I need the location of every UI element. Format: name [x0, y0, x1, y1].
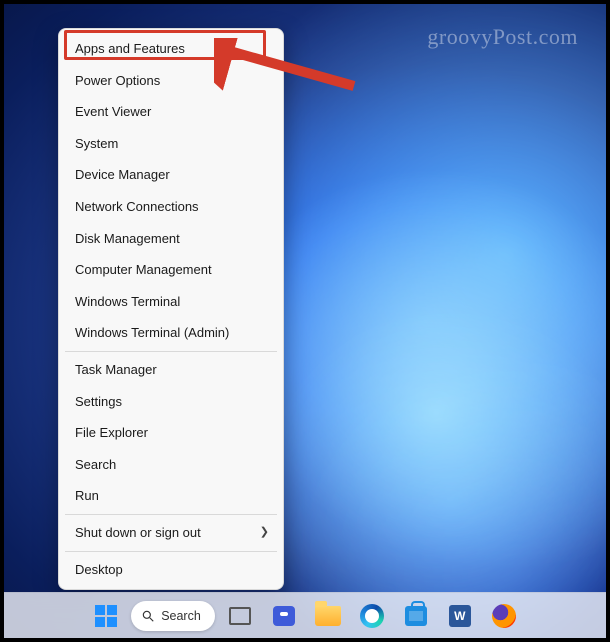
taskbar-edge-button[interactable]	[353, 597, 391, 635]
windows-logo-icon	[95, 605, 117, 627]
menu-item-search[interactable]: Search	[59, 449, 283, 481]
menu-item-desktop[interactable]: Desktop	[59, 554, 283, 586]
menu-item-disk-management[interactable]: Disk Management	[59, 223, 283, 255]
menu-separator	[65, 351, 277, 352]
menu-item-label: Disk Management	[75, 231, 180, 247]
menu-item-task-manager[interactable]: Task Manager	[59, 354, 283, 386]
taskbar-search-button[interactable]: Search	[131, 601, 215, 631]
menu-item-label: Windows Terminal	[75, 294, 180, 310]
taskbar-word-button[interactable]: W	[441, 597, 479, 635]
menu-item-label: Device Manager	[75, 167, 170, 183]
menu-item-label: Run	[75, 488, 99, 504]
menu-item-label: Computer Management	[75, 262, 212, 278]
menu-item-windows-terminal[interactable]: Windows Terminal	[59, 286, 283, 318]
menu-item-network-connections[interactable]: Network Connections	[59, 191, 283, 223]
menu-item-label: Settings	[75, 394, 122, 410]
menu-item-device-manager[interactable]: Device Manager	[59, 159, 283, 191]
menu-item-label: Task Manager	[75, 362, 157, 378]
menu-item-run[interactable]: Run	[59, 480, 283, 512]
taskbar-file-explorer-button[interactable]	[309, 597, 347, 635]
menu-item-label: Desktop	[75, 562, 123, 578]
search-icon	[141, 609, 155, 623]
taskbar-store-button[interactable]	[397, 597, 435, 635]
watermark-text: groovyPost.com	[427, 24, 578, 50]
menu-item-system[interactable]: System	[59, 128, 283, 160]
menu-item-label: Network Connections	[75, 199, 199, 215]
menu-item-label: Event Viewer	[75, 104, 151, 120]
taskbar-chat-button[interactable]	[265, 597, 303, 635]
menu-item-power-options[interactable]: Power Options	[59, 65, 283, 97]
menu-item-label: Shut down or sign out	[75, 525, 201, 541]
taskbar-firefox-button[interactable]	[485, 597, 523, 635]
firefox-icon	[492, 604, 516, 628]
word-icon: W	[449, 605, 471, 627]
menu-item-label: System	[75, 136, 118, 152]
menu-item-label: Power Options	[75, 73, 160, 89]
taskbar: Search W	[4, 592, 606, 638]
menu-separator	[65, 514, 277, 515]
menu-separator	[65, 551, 277, 552]
store-icon	[405, 606, 427, 626]
menu-item-windows-terminal-admin[interactable]: Windows Terminal (Admin)	[59, 317, 283, 349]
menu-item-label: Windows Terminal (Admin)	[75, 325, 229, 341]
start-button[interactable]	[87, 597, 125, 635]
task-view-icon	[229, 607, 251, 625]
menu-item-file-explorer[interactable]: File Explorer	[59, 417, 283, 449]
menu-item-shut-down-or-sign-out[interactable]: Shut down or sign out ❯	[59, 517, 283, 549]
menu-item-computer-management[interactable]: Computer Management	[59, 254, 283, 286]
menu-item-label: Search	[75, 457, 116, 473]
menu-item-event-viewer[interactable]: Event Viewer	[59, 96, 283, 128]
chat-icon	[273, 606, 295, 626]
menu-item-label: File Explorer	[75, 425, 148, 441]
taskbar-search-label: Search	[161, 609, 201, 623]
menu-item-settings[interactable]: Settings	[59, 386, 283, 418]
desktop-wallpaper: groovyPost.com Apps and Features Power O…	[4, 4, 606, 638]
edge-icon	[360, 604, 384, 628]
chevron-right-icon: ❯	[260, 526, 269, 539]
folder-icon	[315, 606, 341, 626]
menu-item-apps-and-features[interactable]: Apps and Features	[59, 33, 283, 65]
menu-item-label: Apps and Features	[75, 41, 185, 57]
task-view-button[interactable]	[221, 597, 259, 635]
winx-context-menu: Apps and Features Power Options Event Vi…	[58, 28, 284, 590]
